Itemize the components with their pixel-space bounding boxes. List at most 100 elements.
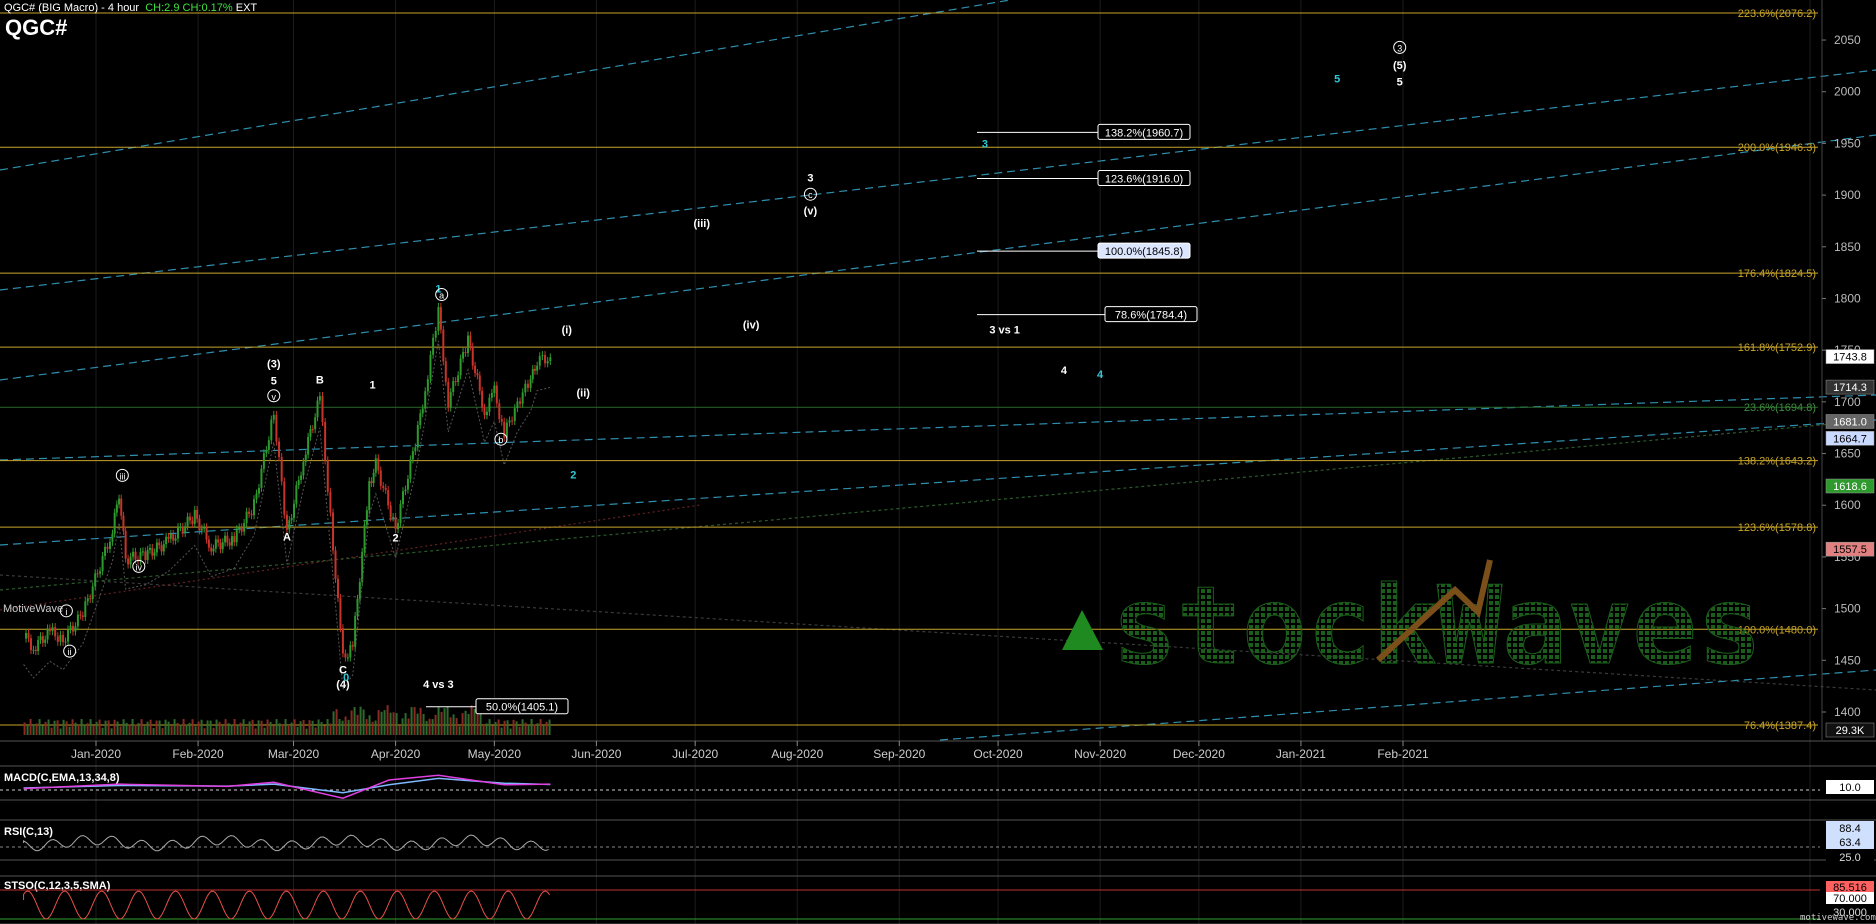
volume-bar xyxy=(389,712,392,735)
volume-bar xyxy=(344,716,347,735)
y-tick-label: 1850 xyxy=(1834,240,1861,254)
wave-label: 3 xyxy=(982,139,988,151)
candle-body xyxy=(275,414,278,442)
volume-bar xyxy=(62,719,65,735)
candle-body xyxy=(411,451,414,460)
candle-body xyxy=(48,628,51,632)
candle-body xyxy=(300,475,303,480)
volume-bar xyxy=(434,714,437,735)
fib-label: 23.6%(1694.8) xyxy=(1744,402,1816,414)
volume-bar xyxy=(116,721,119,735)
candle-body xyxy=(158,542,161,546)
volume-bar xyxy=(77,724,80,735)
candle-body xyxy=(198,518,201,531)
candle-body xyxy=(493,385,496,393)
wave-label: ii xyxy=(68,647,72,657)
volume-bar xyxy=(491,725,494,735)
y-tick-label: 2050 xyxy=(1834,33,1861,47)
volume-bar xyxy=(416,713,419,735)
candle-body xyxy=(207,539,210,548)
candle-body xyxy=(426,379,429,392)
candle-body xyxy=(255,493,258,500)
candle-body xyxy=(332,512,335,551)
candle-body xyxy=(541,355,544,357)
time-axis[interactable]: Jan-2020 Feb-2020 Mar-2020 Apr-2020 May-2020… xyxy=(0,740,1876,761)
wave-label: (iii) xyxy=(694,218,711,230)
volume-bar xyxy=(515,721,518,735)
macd-title: MACD(C,EMA,13,34,8) xyxy=(4,772,120,784)
x-tick-label: Apr-2020 xyxy=(371,747,421,761)
volume-bar xyxy=(530,719,533,735)
volume-bar xyxy=(377,710,380,735)
y-tick-label: 1800 xyxy=(1834,291,1861,305)
volume-bar xyxy=(134,724,137,735)
volume-bar xyxy=(194,726,197,735)
price-axis[interactable]: 1400145015001550160016501700175018001850… xyxy=(1821,0,1875,740)
header-change-pct: CH:0.17% xyxy=(182,2,233,14)
footer-url: motivewave.com xyxy=(1800,913,1876,923)
candle-body xyxy=(151,547,154,556)
volume-bar xyxy=(23,722,26,735)
candle-body xyxy=(389,505,392,518)
volume-bar xyxy=(281,724,284,735)
volume-bar xyxy=(236,724,239,735)
volume-bar xyxy=(143,726,146,735)
volume-bar xyxy=(35,723,38,735)
wave-label: A xyxy=(283,531,291,543)
volume-bar xyxy=(176,723,179,735)
candle-body xyxy=(148,547,151,550)
candle-body xyxy=(144,551,147,561)
volume-bar xyxy=(122,719,125,735)
candle-body xyxy=(478,375,481,391)
volume-bar xyxy=(128,724,131,735)
wave-label: (3) xyxy=(267,359,281,371)
candle-body xyxy=(442,329,445,362)
volume-bar xyxy=(359,706,362,735)
volume-bar xyxy=(197,721,200,735)
candle-body xyxy=(404,489,407,492)
channel-line xyxy=(0,134,1876,381)
candle-body xyxy=(316,400,319,418)
volume-bar xyxy=(95,721,98,735)
candle-body xyxy=(153,552,156,556)
candle-body xyxy=(177,527,180,539)
volume-bar xyxy=(167,721,170,735)
volume-bar xyxy=(533,724,536,735)
rsi-tag-label: 25.0 xyxy=(1839,852,1860,864)
candle-body xyxy=(531,368,534,380)
volume-bar xyxy=(41,725,44,735)
x-tick-label: Feb-2021 xyxy=(1377,747,1429,761)
volume-bar xyxy=(38,719,41,735)
y-tick-label: 1900 xyxy=(1834,188,1861,202)
candle-body xyxy=(439,307,442,330)
candle-body xyxy=(406,478,409,490)
volume-bar xyxy=(59,728,62,735)
volume-bar xyxy=(74,722,77,735)
volume-bar xyxy=(368,715,371,735)
candle-body xyxy=(346,657,349,659)
volume-bar xyxy=(452,714,455,735)
wave-label: 3 xyxy=(1397,43,1402,53)
volume-bar xyxy=(419,707,422,735)
volume-bar xyxy=(191,719,194,735)
candle-body xyxy=(228,542,231,546)
x-tick-label: Jan-2021 xyxy=(1276,747,1326,761)
candle-body xyxy=(459,358,462,376)
x-tick-label: Jun-2020 xyxy=(571,747,621,761)
stoch-line xyxy=(23,890,550,920)
volume-bar xyxy=(83,724,86,735)
candle-body xyxy=(519,401,522,404)
volume-bar xyxy=(398,725,401,735)
volume-bar xyxy=(275,719,278,735)
candle-body xyxy=(513,408,516,422)
target-label: 100.0%(1845.8) xyxy=(1105,246,1183,258)
volume-bar xyxy=(542,725,545,735)
candle-body xyxy=(432,337,435,355)
volume-bar xyxy=(407,718,410,735)
volume-bar xyxy=(332,711,335,735)
candle-body xyxy=(536,365,539,371)
candle-body xyxy=(122,515,125,531)
candle-body xyxy=(508,420,511,423)
candle-body xyxy=(293,503,296,519)
volume-bar xyxy=(374,720,377,735)
